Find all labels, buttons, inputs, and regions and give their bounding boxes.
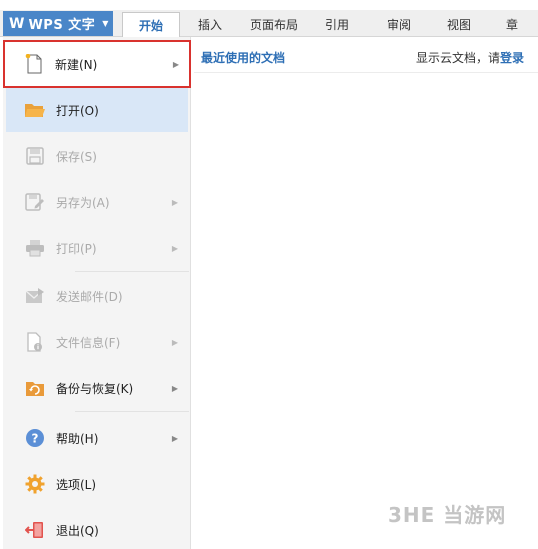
svg-text:?: ? [32, 432, 39, 446]
content-divider [194, 72, 538, 73]
menu-item-save[interactable]: 保存(S) [6, 134, 188, 178]
menu-item-file-info[interactable]: 文件信息(F) ▶ [6, 320, 188, 364]
save-as-icon [24, 191, 46, 213]
menu-item-save-as-label: 另存为(A) [56, 195, 110, 210]
menu-item-open-label: 打开(O) [56, 103, 99, 118]
tab-page-layout[interactable]: 页面布局 [240, 12, 308, 37]
menu-item-open[interactable]: 打开(O) [6, 88, 188, 132]
cloud-docs-prompt: 显示云文档，请登录 [416, 49, 524, 66]
file-menu-panel: 新建(N) ▶ 打开(O) 保存(S) 另存为(A) ▶ 打印(P) ▶ 发送邮… [3, 37, 191, 549]
ribbon-tabs: 开始 插入 页面布局 引用 审阅 视图 章 [122, 12, 538, 37]
menu-divider [75, 271, 189, 272]
gear-icon [24, 473, 46, 495]
menu-item-send-mail[interactable]: 发送邮件(D) [6, 274, 188, 318]
menu-item-backup-restore-label: 备份与恢复(K) [56, 381, 134, 396]
file-info-icon [24, 331, 46, 353]
menu-item-help-label: 帮助(H) [56, 431, 99, 446]
chevron-right-icon: ▶ [171, 383, 178, 393]
menu-item-print[interactable]: 打印(P) ▶ [6, 226, 188, 270]
help-question-icon: ? [24, 427, 46, 449]
wps-app-menu-button[interactable]: W WPS 文字 ▼ [3, 11, 113, 36]
save-disk-icon [24, 145, 46, 167]
chevron-right-icon: ▶ [171, 433, 178, 443]
chevron-right-icon: ▶ [171, 197, 178, 207]
menu-item-new-label: 新建(N) [55, 57, 98, 72]
menu-item-save-label: 保存(S) [56, 149, 97, 164]
chevron-right-icon: ▶ [171, 243, 178, 253]
exit-door-icon [24, 519, 46, 541]
menu-item-exit-label: 退出(Q) [56, 523, 99, 538]
menu-item-help[interactable]: ? 帮助(H) ▶ [6, 416, 188, 460]
menu-divider [75, 411, 189, 412]
wps-logo-icon: W [9, 15, 25, 32]
backup-restore-icon [24, 377, 46, 399]
printer-icon [24, 237, 46, 259]
open-folder-icon [24, 99, 46, 121]
mail-icon [24, 285, 46, 307]
chevron-right-icon: ▶ [172, 59, 179, 69]
tab-chapter[interactable]: 章 [486, 12, 538, 37]
menu-item-options[interactable]: 选项(L) [6, 462, 188, 506]
menu-item-file-info-label: 文件信息(F) [56, 335, 121, 350]
menu-item-exit[interactable]: 退出(Q) [6, 508, 188, 549]
tab-review[interactable]: 审阅 [366, 12, 432, 37]
app-name: WPS 文字 [28, 18, 96, 33]
cloud-docs-text: 显示云文档，请 [415, 51, 500, 65]
menu-item-save-as[interactable]: 另存为(A) ▶ [6, 180, 188, 224]
menu-item-options-label: 选项(L) [56, 477, 97, 492]
login-link[interactable]: 登录 [500, 51, 524, 65]
tab-references[interactable]: 引用 [308, 12, 366, 37]
chevron-right-icon: ▶ [171, 337, 178, 347]
site-watermark: 3HE 当游网 [388, 502, 507, 527]
recent-documents-title: 最近使用的文档 [201, 51, 286, 65]
tab-view[interactable]: 视图 [432, 12, 486, 37]
menu-item-send-mail-label: 发送邮件(D) [56, 289, 123, 304]
caret-down-icon: ▼ [102, 19, 109, 28]
menu-item-new[interactable]: 新建(N) ▶ [3, 40, 191, 88]
menu-item-print-label: 打印(P) [56, 241, 97, 256]
tab-insert[interactable]: 插入 [180, 12, 240, 37]
new-document-icon [23, 53, 45, 75]
menu-item-backup-restore[interactable]: 备份与恢复(K) ▶ [6, 366, 188, 410]
tab-start[interactable]: 开始 [122, 12, 180, 37]
